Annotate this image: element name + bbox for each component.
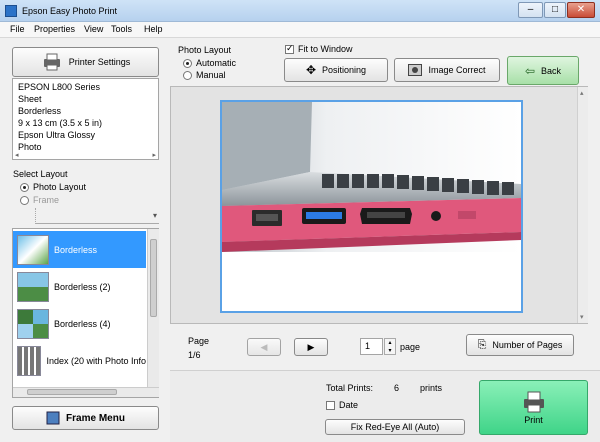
window-title: Epson Easy Photo Print bbox=[22, 6, 118, 16]
print-button[interactable]: Print bbox=[479, 380, 588, 435]
layout-thumbnail bbox=[17, 271, 49, 302]
select-layout-label: Select Layout bbox=[13, 169, 68, 179]
layout-item-borderless[interactable]: Borderless bbox=[13, 231, 146, 268]
layout-mode-photo-label: Photo Layout bbox=[33, 182, 87, 192]
minimize-button[interactable]: – bbox=[518, 2, 543, 18]
fit-to-window-label: Fit to Window bbox=[298, 44, 353, 54]
total-prints-unit: prints bbox=[420, 383, 443, 393]
menu-tools[interactable]: Tools bbox=[111, 24, 132, 34]
radio-dot bbox=[20, 195, 29, 205]
photo-layout-manual[interactable]: Manual bbox=[183, 70, 226, 80]
checkbox-box bbox=[285, 43, 294, 54]
frame-menu-label: Frame Menu bbox=[66, 412, 125, 424]
back-button[interactable]: ⇦ Back bbox=[507, 56, 579, 85]
layout-item-borderless-2[interactable]: Borderless (2) bbox=[13, 268, 146, 305]
menu-file[interactable]: File bbox=[10, 24, 25, 34]
image-correct-icon bbox=[408, 64, 423, 76]
menu-properties[interactable]: Properties bbox=[34, 24, 75, 34]
preview-vscroll[interactable]: ▴ ▾ bbox=[577, 87, 588, 323]
layout-item-label: Borderless (2) bbox=[54, 281, 111, 292]
checkbox-box bbox=[326, 400, 335, 410]
prev-arrow-icon: ◀ bbox=[260, 341, 268, 352]
previous-page-button[interactable]: ◀ bbox=[247, 338, 281, 356]
fix-redeye-button[interactable]: Fix Red-Eye All (Auto) bbox=[325, 419, 465, 435]
photo-layout-automatic-label: Automatic bbox=[196, 58, 237, 68]
layout-list: Borderless Borderless (2) Borderless (4)… bbox=[12, 228, 159, 398]
menu-view[interactable]: View bbox=[84, 24, 103, 34]
number-of-pages-label: Number of Pages bbox=[492, 340, 563, 350]
photo-layout-automatic[interactable]: Automatic bbox=[183, 58, 236, 68]
printer-info-layout: Borderless bbox=[18, 106, 62, 116]
menu-bar: File Properties View Tools Help bbox=[0, 22, 600, 38]
laptop-photo-image bbox=[222, 102, 521, 311]
layout-mode-photo[interactable]: Photo Layout bbox=[20, 182, 86, 192]
menu-help[interactable]: Help bbox=[144, 24, 163, 34]
photo-layout-label: Photo Layout bbox=[178, 45, 232, 55]
printer-info-size: 9 x 13 cm (3.5 x 5 in) bbox=[18, 118, 103, 128]
printer-icon bbox=[523, 391, 544, 412]
scroll-down-icon: ▾ bbox=[580, 314, 584, 321]
printer-settings-button[interactable]: Printer Settings bbox=[12, 47, 159, 77]
pages-icon: ⎘ bbox=[477, 338, 487, 351]
positioning-button[interactable]: ✥ Positioning bbox=[284, 58, 388, 82]
frame-dropdown[interactable]: ▾ bbox=[35, 208, 159, 224]
layout-item-label: Index (20 with Photo Info bbox=[46, 355, 146, 366]
close-button[interactable]: ✕ bbox=[567, 2, 595, 18]
app-icon bbox=[5, 5, 17, 17]
layout-thumbnail bbox=[17, 234, 49, 265]
layout-list-hscroll[interactable] bbox=[13, 387, 159, 397]
copies-spinner[interactable]: ▴ ▾ bbox=[384, 338, 396, 355]
radio-dot bbox=[20, 182, 29, 192]
fit-to-window-checkbox[interactable]: Fit to Window bbox=[285, 43, 353, 54]
info-hscroll[interactable]: ◂ ▸ bbox=[15, 151, 156, 159]
total-prints-value: 6 bbox=[394, 383, 400, 393]
copies-input[interactable]: 1 bbox=[360, 338, 383, 355]
title-bar: Epson Easy Photo Print – □ ✕ bbox=[0, 0, 600, 22]
maximize-button[interactable]: □ bbox=[544, 2, 566, 18]
next-page-button[interactable]: ▶ bbox=[294, 338, 328, 356]
layout-item-label: Borderless bbox=[54, 244, 98, 255]
scroll-up-icon: ▴ bbox=[580, 90, 584, 97]
radio-dot bbox=[183, 58, 192, 68]
preview-canvas: ▴ ▾ bbox=[170, 86, 588, 324]
back-arrow-icon: ⇦ bbox=[524, 63, 536, 78]
radio-dot bbox=[183, 70, 192, 80]
photo-preview[interactable] bbox=[220, 100, 523, 313]
layout-mode-frame-label: Frame bbox=[33, 195, 60, 205]
page-position: 1/6 bbox=[188, 350, 201, 360]
positioning-label: Positioning bbox=[322, 65, 367, 75]
copies-unit: page bbox=[400, 342, 421, 352]
printer-info-box: EPSON L800 Series Sheet Borderless 9 x 1… bbox=[12, 78, 159, 160]
print-label: Print bbox=[524, 414, 543, 425]
layout-list-vscroll[interactable] bbox=[147, 229, 159, 387]
printer-info-paper: Epson Ultra Glossy bbox=[18, 130, 96, 140]
image-correct-label: Image Correct bbox=[428, 65, 486, 75]
scroll-thumb[interactable] bbox=[27, 389, 117, 395]
scroll-thumb[interactable] bbox=[150, 239, 157, 317]
frame-menu-icon bbox=[46, 411, 60, 425]
photo-layout-manual-label: Manual bbox=[196, 70, 226, 80]
date-label: Date bbox=[339, 400, 359, 410]
layout-item-index[interactable]: Index (20 with Photo Info bbox=[13, 342, 146, 379]
printer-info-model: EPSON L800 Series bbox=[18, 82, 101, 92]
printer-icon bbox=[43, 53, 60, 71]
back-label: Back bbox=[541, 65, 562, 76]
fix-redeye-label: Fix Red-Eye All (Auto) bbox=[350, 422, 440, 432]
printer-info-source: Sheet bbox=[18, 94, 42, 104]
layout-item-label: Borderless (4) bbox=[54, 318, 111, 329]
layout-mode-frame[interactable]: Frame bbox=[20, 195, 59, 205]
number-of-pages-button[interactable]: ⎘ Number of Pages bbox=[466, 334, 574, 356]
move-arrows-icon: ✥ bbox=[305, 63, 317, 77]
layout-item-borderless-4[interactable]: Borderless (4) bbox=[13, 305, 146, 342]
date-checkbox[interactable]: Date bbox=[326, 400, 358, 410]
layout-thumbnail bbox=[17, 308, 49, 339]
total-prints-label: Total Prints: bbox=[326, 383, 374, 393]
page-label: Page bbox=[188, 336, 210, 346]
frame-menu-button[interactable]: Frame Menu bbox=[12, 406, 159, 430]
printer-settings-label: Printer Settings bbox=[68, 57, 131, 67]
image-correct-button[interactable]: Image Correct bbox=[394, 58, 500, 82]
layout-thumbnail bbox=[17, 345, 42, 376]
chevron-down-icon: ▾ bbox=[152, 211, 157, 220]
next-arrow-icon: ▶ bbox=[307, 341, 315, 352]
